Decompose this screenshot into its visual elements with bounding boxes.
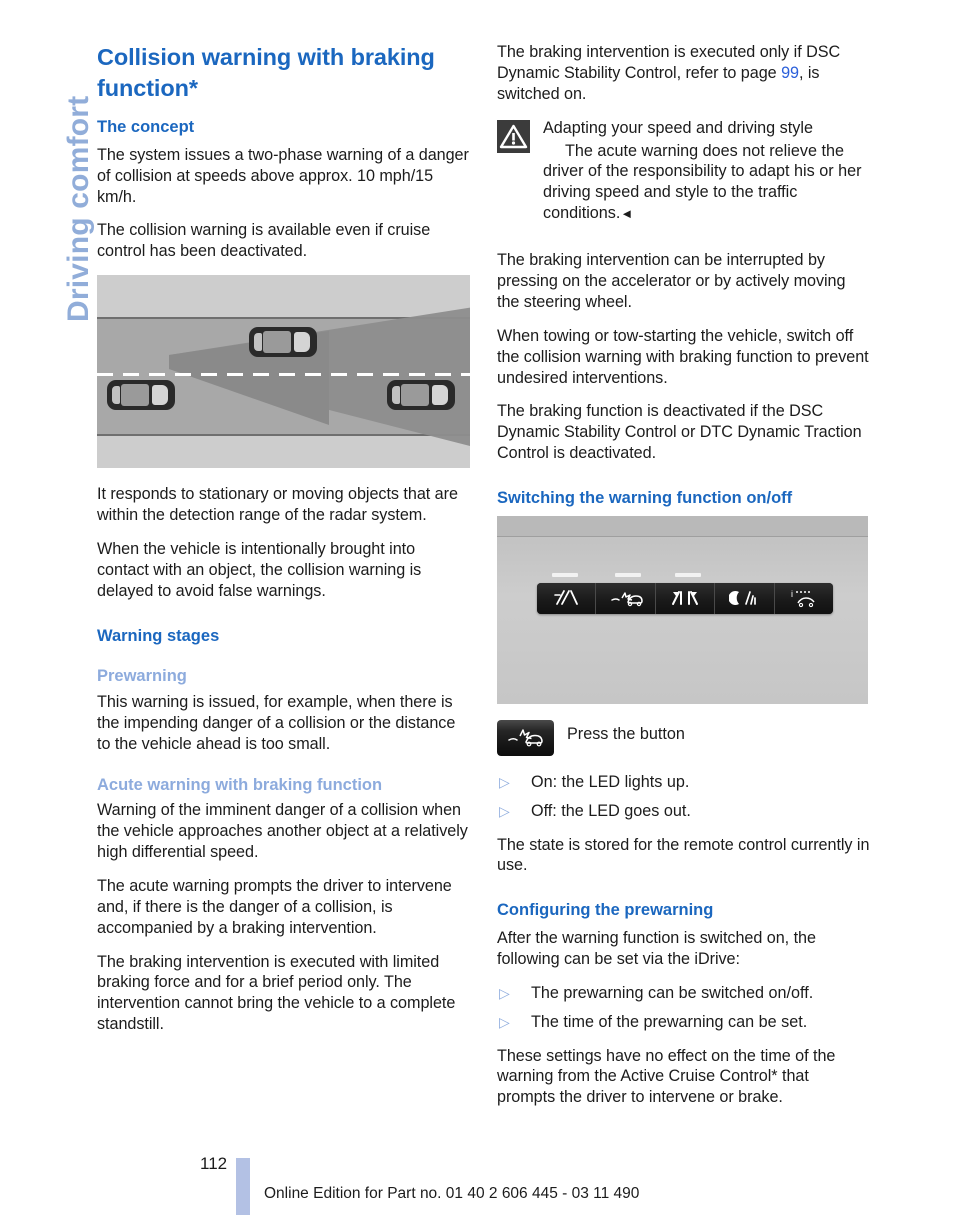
paragraph-acute-2: The acute warning prompts the driver to …: [97, 876, 452, 937]
heading-switching-warning-function: Switching the warning function on/off: [497, 489, 793, 508]
led-state-list: ▷ On: the LED lights up. ▷ Off: the LED go…: [497, 772, 871, 822]
list-item: ▷ Off: the LED goes out.: [497, 801, 871, 822]
footer-edition-text: Online Edition for Part no. 01 40 2 606 …: [264, 1185, 640, 1202]
paragraph-acute-3: The braking intervention is executed wit…: [97, 952, 456, 1034]
chapter-side-tab: Driving comfort: [0, 0, 95, 360]
heading-warning-stages: Warning stages: [97, 626, 220, 645]
car-ahead-icon: [249, 327, 317, 358]
paragraph-state-stored: The state is stored for the remote contr…: [497, 835, 870, 875]
high-beam-assistant-button[interactable]: [655, 582, 716, 614]
paragraph-intentional-contact: When the vehicle is intentionally brough…: [97, 539, 422, 600]
park-distance-control-button[interactable]: i: [774, 582, 833, 614]
paragraph-braking-deactivated: The braking function is deactivated if t…: [497, 402, 862, 463]
right-column: The braking intervention is executed onl…: [497, 42, 871, 1121]
collision-warning-button[interactable]: [596, 582, 656, 614]
led-indicator-3: [675, 572, 701, 577]
footer-accent-bar: [236, 1158, 250, 1215]
list-item-label: The time of the prewarning can be set.: [531, 1012, 808, 1031]
ego-car-icon: [107, 380, 175, 411]
paragraph-interrupt-braking: The braking intervention can be interrup…: [497, 251, 846, 311]
subheading-prewarning: Prewarning: [97, 667, 187, 686]
paragraph-acute-1: Warning of the imminent danger of a coll…: [97, 801, 468, 861]
paragraph-responds-to-objects: It responds to stationary or moving obje…: [97, 485, 458, 525]
lane-divider-dashes: [97, 373, 470, 377]
collision-warning-button-icon: [497, 719, 554, 756]
bullet-marker-icon: ▷: [499, 773, 510, 790]
bullet-marker-icon: ▷: [499, 984, 510, 1001]
paragraph-prewarning: This warning is issued, for example, whe…: [97, 692, 456, 753]
button-strip: i: [537, 582, 833, 614]
warning-note-block: Adapting your speed and driving style Th…: [497, 118, 871, 224]
led-indicator-1: [552, 572, 578, 577]
page-title: Collision warning with braking function*: [97, 44, 435, 101]
paragraph-no-effect: These settings have no effect on the tim…: [497, 1046, 836, 1107]
list-item: ▷ The time of the prewarning can be set.: [497, 1012, 871, 1033]
bullet-marker-icon: ▷: [499, 802, 510, 819]
lane-departure-warning-button[interactable]: [537, 582, 597, 614]
warning-note-title: Adapting your speed and driving style: [543, 118, 813, 137]
radar-detection-cone: [169, 307, 470, 447]
paragraph-concept-1: The system issues a two-phase warning of…: [97, 145, 469, 206]
dashboard-button-panel-photo: i: [497, 515, 868, 704]
list-item: ▷ On: the LED lights up.: [497, 772, 871, 793]
paragraph-concept-2: The collision warning is available even …: [97, 221, 431, 261]
paragraph-dsc-requirement: The braking intervention is executed onl…: [497, 42, 871, 105]
warning-triangle-icon: [497, 119, 530, 153]
warning-note-end-marker: ◄: [620, 206, 634, 222]
bullet-marker-icon: ▷: [499, 1013, 510, 1030]
night-vision-button[interactable]: [715, 582, 775, 614]
panel-top-strip: [497, 515, 868, 537]
configuration-options-list: ▷ The prewarning can be switched on/off. …: [497, 983, 871, 1033]
svg-text:i: i: [791, 589, 793, 599]
heading-configuring-prewarning: Configuring the prewarning: [497, 901, 714, 920]
page-reference-link[interactable]: 99: [781, 64, 799, 82]
page-number: 112: [200, 1154, 228, 1173]
paragraph-towing: When towing or tow-starting the vehicle,…: [497, 326, 869, 387]
warning-note-body: The acute warning does not relieve the d…: [543, 141, 862, 223]
list-item: ▷ The prewarning can be switched on/off.: [497, 983, 871, 1004]
left-column: Collision warning with braking function*…: [97, 42, 471, 1048]
led-indicator-2: [615, 572, 641, 577]
chapter-side-tab-label: Driving comfort: [62, 95, 95, 322]
heading-the-concept: The concept: [97, 118, 195, 137]
list-item-label: The prewarning can be switched on/off.: [531, 983, 814, 1002]
list-item-label: Off: the LED goes out.: [531, 801, 691, 820]
road-radar-detection-illustration: [97, 275, 470, 469]
list-item-label: On: the LED lights up.: [531, 772, 690, 791]
car-right-icon: [387, 380, 455, 411]
press-button-instruction: Press the button: [497, 719, 871, 756]
subheading-acute-warning: Acute warning with braking function: [97, 775, 383, 794]
warning-note-first-line: The acute warning does not relieve the d…: [497, 141, 871, 225]
paragraph-after-switched-on: After the warning function is switched o…: [497, 928, 816, 968]
